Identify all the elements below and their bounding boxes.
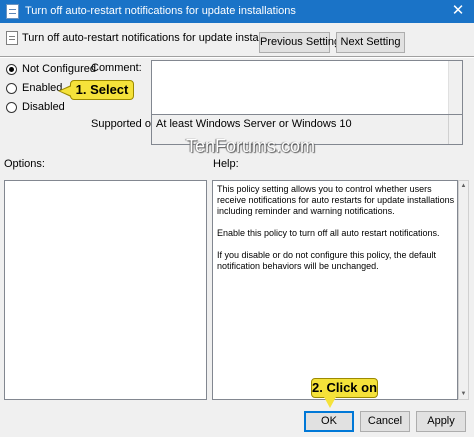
options-panel — [4, 180, 207, 400]
supported-on-scrollbar[interactable] — [448, 115, 462, 144]
radio-enabled[interactable]: Enabled — [6, 81, 62, 95]
click-callout: 2. Click on — [311, 378, 378, 408]
select-callout: 1. Select — [58, 80, 134, 100]
supported-on-value: At least Windows Server or Windows 10 — [156, 118, 352, 130]
help-text: This policy setting allows you to contro… — [217, 184, 457, 283]
header-separator — [0, 56, 474, 58]
policy-title: Turn off auto-restart notifications for … — [22, 32, 293, 44]
policy-setting-icon — [6, 31, 18, 45]
title-bar: Turn off auto-restart notifications for … — [0, 0, 474, 23]
ok-button[interactable]: OK — [304, 411, 354, 432]
radio-not-configured-label[interactable]: Not Configured — [22, 63, 96, 75]
help-paragraph: This policy setting allows you to contro… — [217, 184, 455, 216]
next-setting-button[interactable]: Next Setting — [336, 32, 405, 53]
previous-setting-button[interactable]: Previous Setting — [259, 32, 340, 53]
help-panel: This policy setting allows you to contro… — [212, 180, 458, 400]
close-icon[interactable]: ✕ — [450, 3, 466, 19]
scroll-up-icon[interactable]: ▲ — [459, 181, 468, 191]
radio-enabled-label[interactable]: Enabled — [22, 82, 62, 94]
cancel-button[interactable]: Cancel — [360, 411, 410, 432]
comment-field[interactable] — [151, 60, 463, 115]
comment-label: Comment: — [91, 62, 142, 74]
apply-button[interactable]: Apply — [416, 411, 466, 432]
policy-document-icon — [6, 4, 19, 19]
help-paragraph: Enable this policy to turn off all auto … — [217, 228, 440, 238]
radio-not-configured[interactable]: Not Configured — [6, 62, 96, 76]
help-scrollbar[interactable]: ▲ ▼ — [458, 180, 469, 400]
radio-disabled[interactable]: Disabled — [6, 100, 65, 114]
radio-disabled-label[interactable]: Disabled — [22, 101, 65, 113]
supported-on-label: Supported on: — [91, 118, 161, 130]
help-paragraph: If you disable or do not configure this … — [217, 250, 436, 271]
watermark: TenForums.com — [186, 136, 316, 156]
comment-scrollbar[interactable] — [448, 61, 462, 114]
options-label: Options: — [4, 158, 45, 170]
scroll-down-icon[interactable]: ▼ — [459, 389, 468, 399]
radio-unselected-icon[interactable] — [6, 101, 17, 113]
radio-selected-icon[interactable] — [6, 63, 17, 75]
radio-unselected-icon[interactable] — [6, 82, 17, 94]
help-label: Help: — [213, 158, 239, 170]
window-title: Turn off auto-restart notifications for … — [25, 5, 296, 17]
